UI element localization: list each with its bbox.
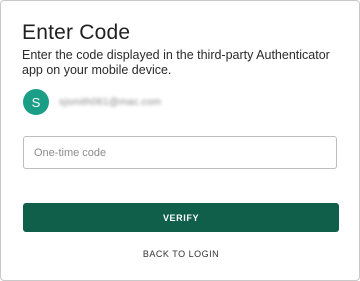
account-email: sjsmith061@mac.com (59, 96, 162, 108)
one-time-code-input[interactable] (23, 136, 337, 169)
enter-code-card: Enter Code Enter the code displayed in t… (0, 0, 360, 281)
page-title: Enter Code (22, 21, 131, 44)
avatar: S (23, 89, 49, 115)
account-row: S sjsmith061@mac.com (23, 89, 161, 115)
back-to-login-link[interactable]: BACK TO LOGIN (1, 249, 360, 259)
verify-button[interactable]: VERIFY (23, 203, 339, 232)
instructions-text: Enter the code displayed in the third-pa… (22, 48, 330, 77)
